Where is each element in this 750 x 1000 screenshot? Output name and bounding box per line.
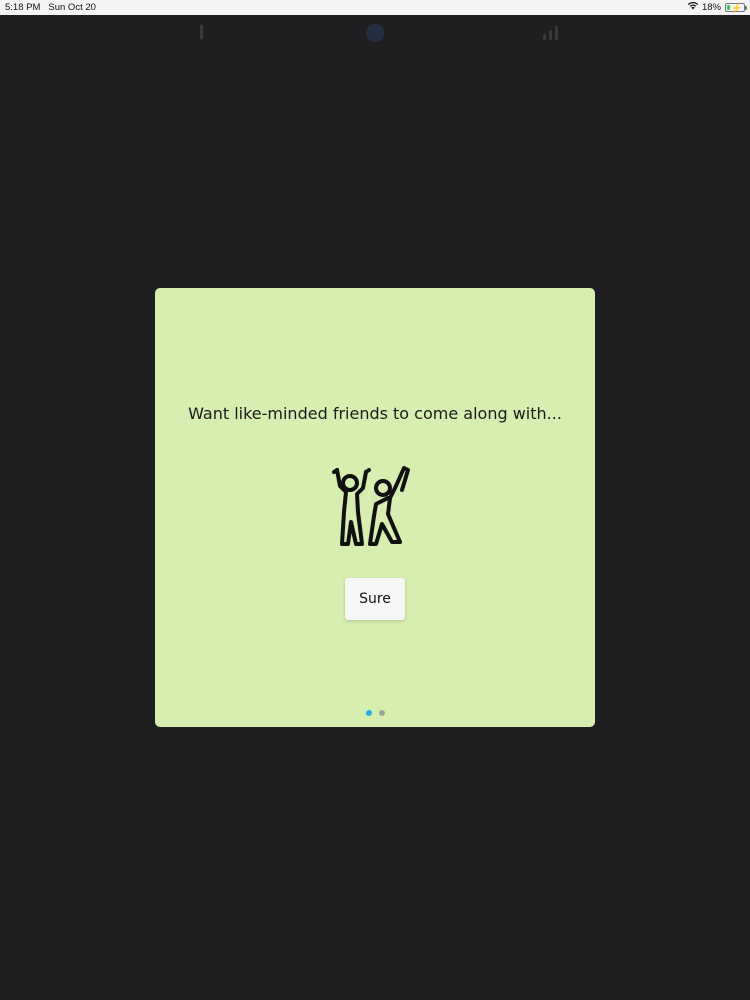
background-nav	[0, 20, 750, 46]
logo-icon[interactable]	[364, 22, 386, 48]
battery-percent: 18%	[701, 2, 721, 13]
status-right: 18% ⚡	[687, 0, 747, 15]
chart-icon[interactable]	[540, 22, 562, 46]
modal-prompt: Want like-minded friends to come along w…	[188, 404, 562, 423]
pager-dot-1[interactable]	[365, 710, 372, 716]
dancing-friends-icon	[330, 464, 416, 550]
menu-icon[interactable]	[195, 22, 209, 46]
onboarding-modal: Want like-minded friends to come along w…	[155, 288, 595, 727]
pager-dots	[155, 710, 595, 716]
wifi-icon	[687, 0, 699, 15]
status-date: Sun Oct 20	[48, 2, 96, 13]
status-bar: 5:18 PM Sun Oct 20 18% ⚡	[0, 0, 750, 15]
pager-dot-2[interactable]	[378, 710, 385, 716]
battery-fill	[727, 5, 731, 10]
charging-bolt-icon: ⚡	[731, 3, 743, 13]
status-time: 5:18 PM	[5, 2, 41, 13]
battery-icon: ⚡	[725, 3, 747, 13]
status-left: 5:18 PM Sun Oct 20	[5, 0, 96, 15]
sure-button[interactable]: Sure	[345, 578, 405, 620]
